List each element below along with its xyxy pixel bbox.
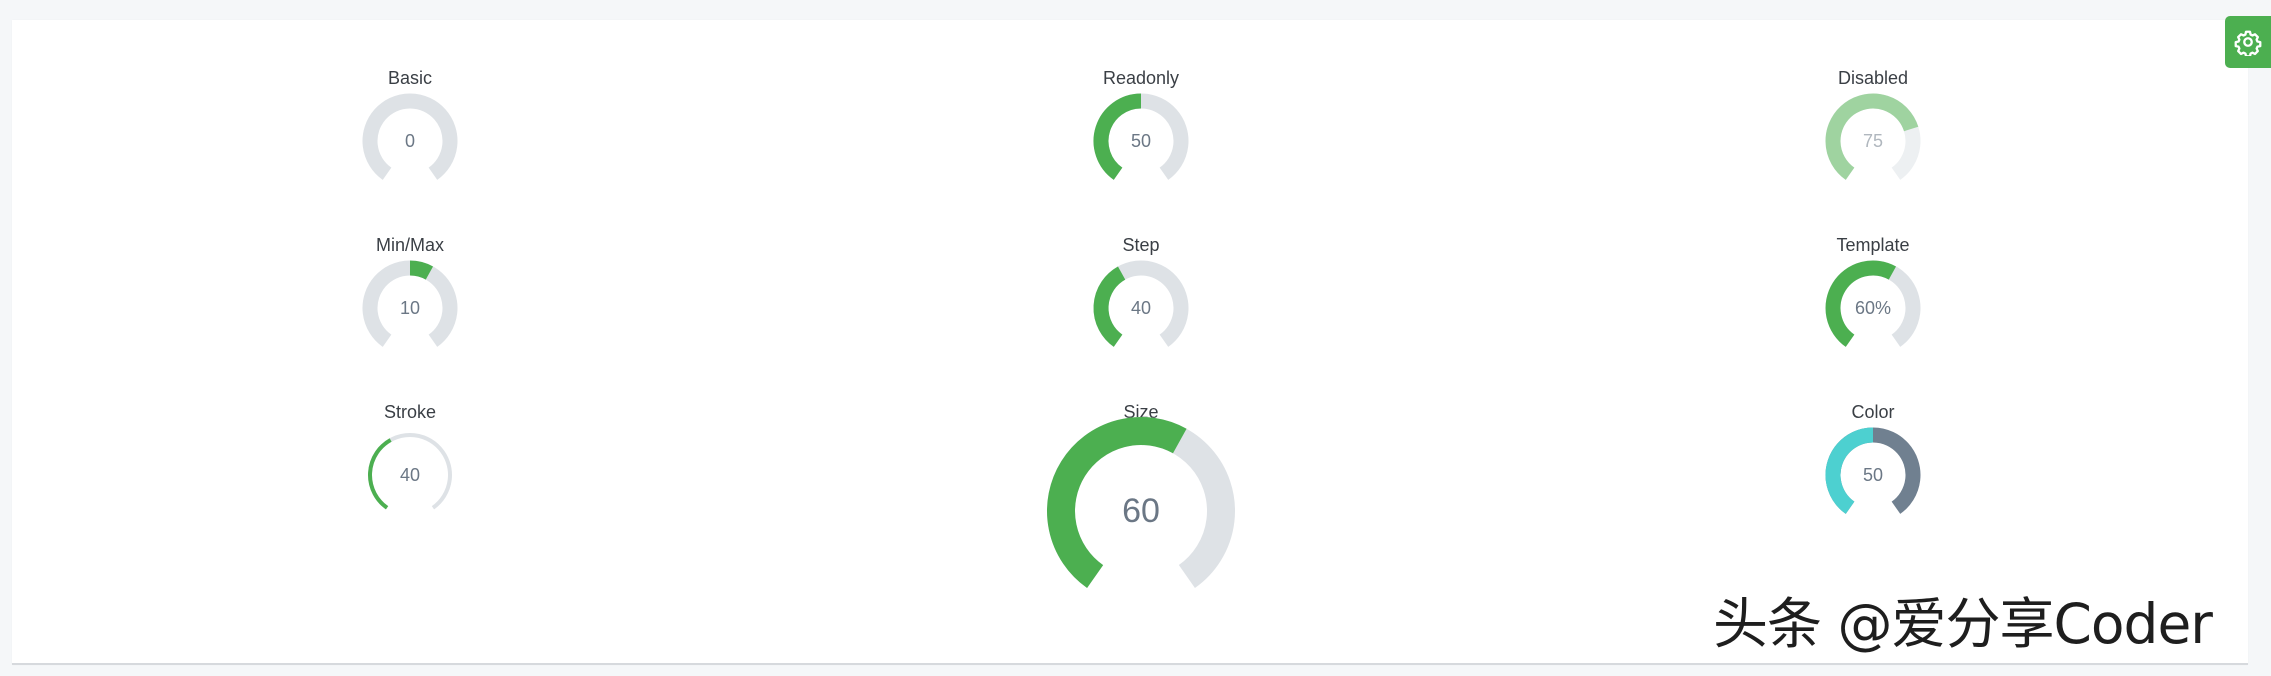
knob-value-arc — [1093, 266, 1126, 347]
knob-value-text: 50 — [1131, 131, 1151, 151]
watermark: 头条 @爱分享Coder — [1713, 592, 2213, 656]
knob-value-text: 75 — [1863, 131, 1883, 151]
knob-title: Disabled — [1837, 68, 1909, 88]
knob-basic[interactable]: Basic 0 — [310, 45, 510, 210]
settings-button[interactable] — [2225, 16, 2271, 68]
gear-icon — [2234, 30, 2262, 56]
knob-dial: 75 — [1825, 93, 1921, 180]
knob-dial[interactable]: 60% — [1773, 260, 1973, 380]
knob-dial[interactable]: 10 — [310, 260, 510, 380]
knob-minmax[interactable]: Min/Max 10 — [310, 212, 510, 377]
knob-title: Step — [1122, 235, 1160, 255]
knob-value-text: 40 — [1131, 298, 1151, 318]
knob-size[interactable]: Size 60 — [991, 379, 1291, 639]
knob-stroke[interactable]: Stroke 40 — [310, 379, 510, 544]
knob-value-text: 0 — [405, 131, 415, 151]
knob-title: Readonly — [1102, 68, 1180, 88]
knob-title: Stroke — [383, 402, 437, 422]
knob-title: Template — [1836, 235, 1910, 255]
knob-value-text: 40 — [400, 465, 420, 485]
knob-readonly: Readonly 50 — [1041, 45, 1241, 210]
knob-value-arc — [1047, 417, 1187, 588]
knob-title: Basic — [387, 68, 432, 88]
knob-step[interactable]: Step 40 — [1041, 212, 1241, 377]
knob-dial[interactable]: 0 — [310, 93, 510, 213]
knob-value-arc — [368, 438, 392, 510]
knob-value-text: 60% — [1855, 298, 1891, 318]
knob-dial[interactable]: 40 — [1041, 260, 1241, 380]
knob-value-arc — [409, 260, 434, 280]
knob-dial[interactable]: 40 — [310, 427, 510, 547]
knob-value-text: 60 — [1122, 492, 1160, 530]
knob-dial[interactable]: 50 — [1773, 427, 1973, 547]
knob-color[interactable]: Color 50 — [1773, 379, 1973, 544]
knob-demo-panel: Basic 0 Readonly 50 Disabled 75 Min/Max … — [12, 20, 2248, 665]
knob-disabled: Disabled 75 — [1773, 45, 1973, 210]
knob-value-text: 50 — [1863, 465, 1883, 485]
knob-dial: 50 — [1093, 93, 1189, 180]
knob-template[interactable]: Template 60% — [1773, 212, 1973, 377]
knob-dial[interactable]: 60 — [991, 417, 1291, 627]
knob-title: Color — [1851, 402, 1895, 422]
knob-title: Min/Max — [375, 235, 444, 255]
knob-value-text: 10 — [400, 298, 420, 318]
